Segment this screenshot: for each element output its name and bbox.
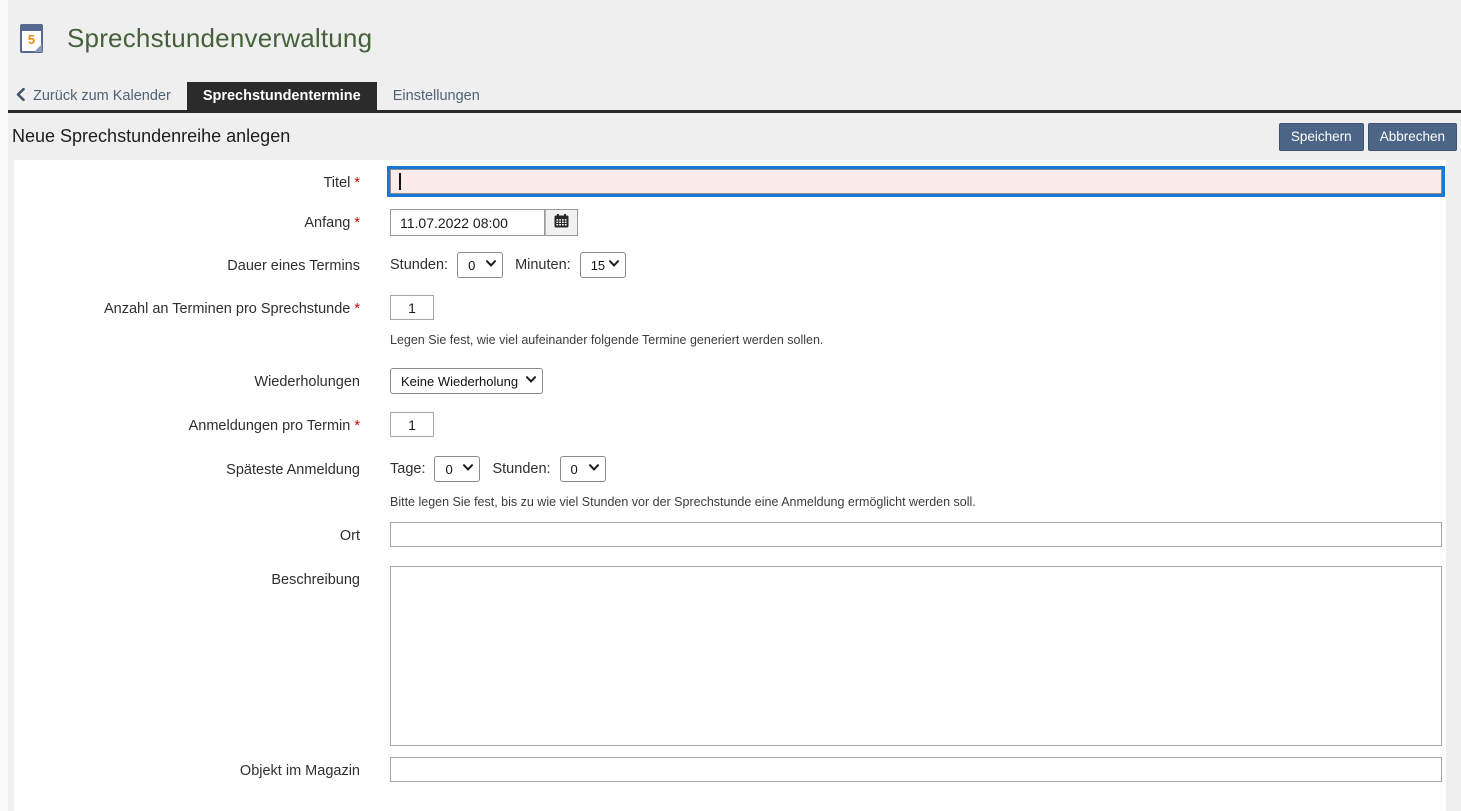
anfang-label: Anfang xyxy=(304,215,350,231)
spaeteste-help-text: Bitte legen Sie fest, bis zu wie viel St… xyxy=(390,495,1442,510)
dauer-minuten-select[interactable]: 15 xyxy=(580,252,626,278)
spaeteste-tage-select[interactable]: 0 xyxy=(434,456,480,482)
form-row-wiederholungen: Wiederholungen Keine Wiederholung xyxy=(14,368,1446,394)
app-title: Sprechstundenverwaltung xyxy=(67,23,372,54)
page-left-gutter xyxy=(0,0,8,811)
save-button[interactable]: Speichern xyxy=(1279,123,1364,151)
tab-label: Sprechstundentermine xyxy=(203,88,361,104)
doc-header: Neue Sprechstundenreihe anlegen Speicher… xyxy=(0,113,1461,160)
dauer-label: Dauer eines Termins xyxy=(227,258,360,274)
cancel-button[interactable]: Abbrechen xyxy=(1368,123,1457,151)
anzahl-input[interactable] xyxy=(390,295,434,320)
form-row-objekt-im-magazin: Objekt im Magazin xyxy=(14,757,1446,782)
spaeteste-stunden-select[interactable]: 0 xyxy=(560,456,606,482)
form-row-anzahl: Anzahl an Terminen pro Sprechstunde* Leg… xyxy=(14,295,1446,348)
anmeldungen-label: Anmeldungen pro Termin xyxy=(189,418,351,434)
tab-einstellungen[interactable]: Einstellungen xyxy=(377,82,496,110)
beschreibung-label: Beschreibung xyxy=(271,572,360,588)
ort-label: Ort xyxy=(340,528,360,544)
form-row-dauer: Dauer eines Termins Stunden: 0 Minuten: 15 xyxy=(14,252,1446,278)
back-to-calendar-link[interactable]: Zurück zum Kalender xyxy=(14,82,187,110)
tab-label: Einstellungen xyxy=(393,88,480,104)
calendar-icon-topbar xyxy=(22,26,41,31)
objekt-label: Objekt im Magazin xyxy=(240,763,360,779)
minuten-label: Minuten: xyxy=(515,257,571,273)
form-row-ort: Ort xyxy=(14,522,1446,547)
wiederholungen-select[interactable]: Keine Wiederholung xyxy=(390,368,543,394)
text-cursor xyxy=(399,173,401,190)
form-row-anfang: Anfang* xyxy=(14,209,1446,236)
stunden-label: Stunden: xyxy=(390,257,448,273)
form-panel: Titel* Anfang* xyxy=(14,160,1446,811)
app-header: 5 Sprechstundenverwaltung xyxy=(0,0,1461,58)
tab-bar: Zurück zum Kalender Sprechstundentermine… xyxy=(0,82,1461,113)
objekt-input[interactable] xyxy=(390,757,1442,782)
anfang-datetime-input[interactable] xyxy=(390,209,545,236)
required-asterisk: * xyxy=(354,215,360,231)
required-asterisk: * xyxy=(354,175,360,191)
anzahl-label: Anzahl an Terminen pro Sprechstunde xyxy=(104,301,350,317)
beschreibung-textarea[interactable] xyxy=(390,566,1442,746)
wiederholungen-label: Wiederholungen xyxy=(254,374,360,390)
back-to-calendar-label: Zurück zum Kalender xyxy=(33,88,171,104)
dauer-stunden-select[interactable]: 0 xyxy=(457,252,503,278)
anmeldungen-input[interactable] xyxy=(390,412,434,437)
spaeteste-stunden-label: Stunden: xyxy=(492,461,550,477)
titel-input[interactable] xyxy=(390,169,1442,194)
form-row-anmeldungen: Anmeldungen pro Termin* xyxy=(14,412,1446,437)
chevron-left-icon xyxy=(16,88,25,105)
calendar-icon xyxy=(554,214,569,231)
form-row-spaeteste-anmeldung: Späteste Anmeldung Tage: 0 Stunden: 0 Bitte… xyxy=(14,456,1446,510)
required-asterisk: * xyxy=(354,418,360,434)
calendar-icon-fold xyxy=(34,44,42,52)
form-row-beschreibung: Beschreibung xyxy=(14,566,1446,746)
form-row-titel: Titel* xyxy=(14,169,1446,194)
anzahl-help-text: Legen Sie fest, wie viel aufeinander fol… xyxy=(390,333,1442,348)
calendar-app-icon: 5 xyxy=(20,24,43,53)
required-asterisk: * xyxy=(354,301,360,317)
titel-label: Titel xyxy=(323,175,350,191)
datetime-input-group xyxy=(390,209,578,236)
ort-input[interactable] xyxy=(390,522,1442,547)
tab-sprechstundentermine[interactable]: Sprechstundentermine xyxy=(187,82,377,110)
page-title: Neue Sprechstundenreihe anlegen xyxy=(12,126,290,147)
spaeteste-label: Späteste Anmeldung xyxy=(226,462,360,478)
datepicker-button[interactable] xyxy=(545,209,578,236)
action-buttons: Speichern Abbrechen xyxy=(1279,123,1457,151)
tage-label: Tage: xyxy=(390,461,425,477)
